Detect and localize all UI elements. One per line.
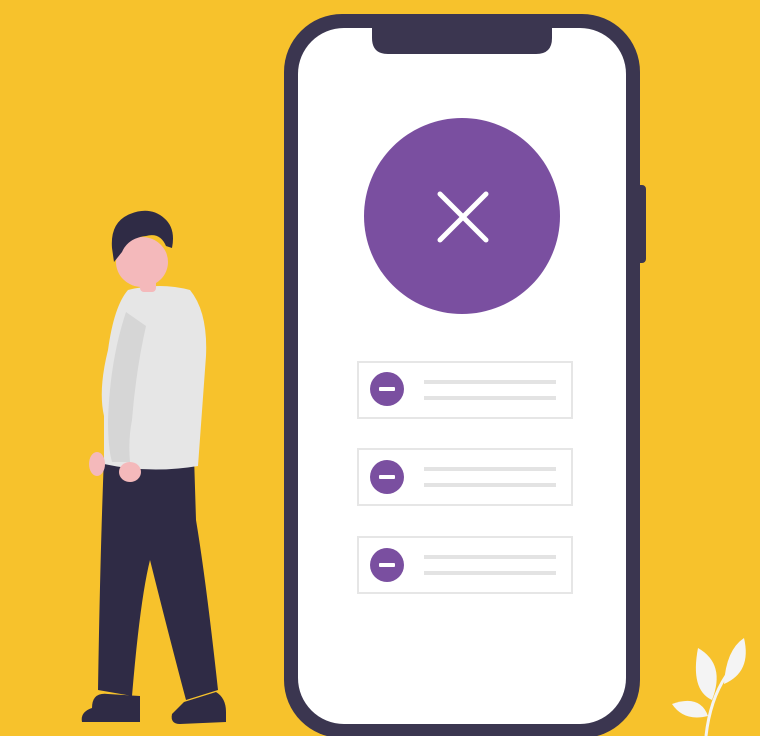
list-item-line <box>424 396 556 400</box>
error-illustration <box>0 0 760 736</box>
phone-notch <box>372 22 552 54</box>
list-item-line <box>424 380 556 384</box>
list-item <box>357 536 573 594</box>
list-item-line <box>424 483 556 487</box>
list-item <box>357 448 573 506</box>
minus-circle-icon <box>370 372 404 406</box>
leaf <box>672 700 708 718</box>
person-hand <box>119 462 141 482</box>
minus-circle-icon <box>370 548 404 582</box>
plant-decoration <box>672 638 746 736</box>
list-item-line <box>424 555 556 559</box>
person-figure <box>81 210 226 724</box>
list-item-line <box>424 467 556 471</box>
person-shoe-left <box>81 693 140 722</box>
person-hand <box>89 452 105 476</box>
list-item <box>357 361 573 419</box>
illustration-canvas <box>81 14 746 736</box>
leaf <box>695 648 717 700</box>
list-item-line <box>424 571 556 575</box>
person-shoe-right <box>171 692 226 724</box>
leaf <box>724 638 746 684</box>
minus-circle-icon <box>370 460 404 494</box>
person-pants <box>98 456 218 700</box>
